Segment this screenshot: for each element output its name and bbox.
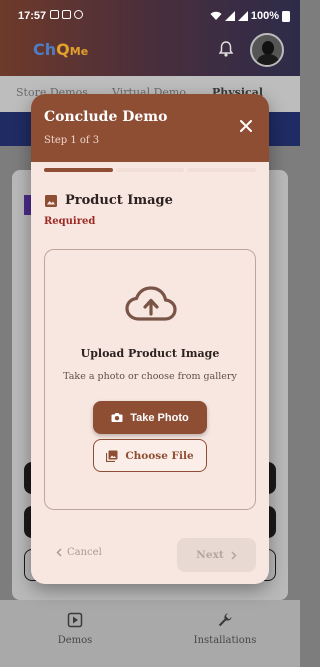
take-photo-label: Take Photo: [130, 411, 189, 424]
bottom-nav: Demos Installations: [0, 600, 300, 667]
step-indicator: Step 1 of 3: [44, 135, 100, 146]
upload-title: Upload Product Image: [80, 347, 220, 360]
upload-subtitle: Take a photo or choose from gallery: [63, 371, 237, 382]
nav-label-installations: Installations: [193, 635, 257, 646]
camera-icon: [111, 413, 123, 422]
step-progress: [44, 168, 257, 172]
notification-icons: [50, 10, 83, 19]
gallery-icon: [106, 450, 118, 462]
section-title: Product Image: [65, 193, 173, 208]
nav-item-demos[interactable]: Demos: [30, 612, 120, 646]
choose-file-label: Choose File: [125, 449, 194, 462]
app-logo: ChQMe: [33, 40, 88, 59]
required-label: Required: [44, 216, 96, 227]
signal-icon-2: [237, 11, 248, 21]
progress-segment-1: [44, 168, 113, 172]
photo-notification-icon: [62, 10, 71, 19]
status-time: 17:57: [18, 10, 47, 22]
app-notification-icon: [74, 10, 83, 19]
play-box-icon: [67, 612, 83, 628]
logo-q: Q: [56, 40, 70, 59]
wrench-icon: [218, 613, 232, 627]
next-label: Next: [196, 549, 224, 561]
choose-file-button[interactable]: Choose File: [93, 439, 207, 472]
nav-item-installations[interactable]: Installations: [180, 612, 270, 646]
wifi-icon: [210, 11, 222, 20]
next-button[interactable]: Next: [177, 538, 256, 572]
chevron-right-icon: [231, 550, 237, 560]
app-header: 17:57 100% ChQMe: [0, 0, 300, 76]
bell-icon[interactable]: [219, 41, 233, 57]
notification-icon: [50, 10, 59, 19]
avatar[interactable]: [250, 33, 284, 67]
battery-percent: 100%: [250, 10, 279, 22]
chevron-left-icon: [56, 548, 62, 557]
logo-me: Me: [69, 45, 89, 58]
take-photo-button[interactable]: Take Photo: [93, 401, 207, 434]
status-right: 100%: [210, 10, 290, 22]
cancel-label: Cancel: [67, 547, 102, 558]
cancel-button[interactable]: Cancel: [56, 547, 102, 558]
conclude-demo-dialog: Conclude Demo Step 1 of 3 Product Image …: [31, 94, 269, 584]
cloud-upload-icon: [125, 286, 177, 321]
battery-icon: [282, 10, 290, 22]
image-icon: [45, 195, 57, 207]
close-icon[interactable]: [236, 116, 256, 136]
logo-ch: Ch: [33, 40, 57, 59]
dialog-title: Conclude Demo: [44, 109, 168, 125]
signal-icon: [224, 11, 235, 21]
upload-area[interactable]: Upload Product Image Take a photo or cho…: [44, 249, 256, 510]
nav-label-demos: Demos: [57, 635, 93, 646]
progress-segment-3: [187, 168, 257, 172]
status-bar: 17:57 100%: [0, 0, 300, 34]
dialog-header: Conclude Demo Step 1 of 3: [31, 94, 269, 162]
progress-segment-2: [115, 168, 185, 172]
